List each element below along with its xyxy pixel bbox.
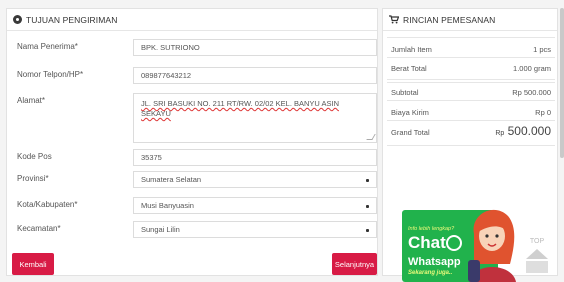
order-header: RINCIAN PEMESANAN <box>383 9 557 31</box>
address-label: Alamat* <box>17 96 46 105</box>
resize-handle-icon[interactable] <box>366 134 376 140</box>
divider <box>387 100 555 101</box>
divider <box>387 82 555 83</box>
shipping-panel: TUJUAN PENGIRIMAN Nama Penerima* BPK. SU… <box>6 8 378 276</box>
phone-label: Nomor Telpon/HP* <box>17 70 84 79</box>
next-button[interactable]: Selanjutnya <box>332 253 377 275</box>
divider <box>387 37 555 38</box>
cart-icon <box>389 15 399 24</box>
page-scrollbar[interactable] <box>560 8 564 158</box>
district-select[interactable]: Sungai Lilin <box>133 221 377 238</box>
back-to-top-button[interactable]: TOP <box>526 238 548 278</box>
address-textarea[interactable]: JL. SRI BASUKI NO. 211 RT/RW. 02/02 KEL.… <box>133 93 377 143</box>
city-select[interactable]: Musi Banyuasin <box>133 197 377 214</box>
phone-input[interactable]: 089877643212 <box>133 67 377 84</box>
support-agent-illustration <box>468 209 516 282</box>
back-button[interactable]: Kembali <box>12 253 54 275</box>
city-label: Kota/Kabupaten* <box>17 200 78 209</box>
order-title: RINCIAN PEMESANAN <box>403 14 496 25</box>
postal-code-input[interactable]: 35375 <box>133 149 377 166</box>
whatsapp-icon <box>446 235 462 251</box>
postal-label: Kode Pos <box>17 152 52 161</box>
name-label: Nama Penerima* <box>17 42 78 51</box>
location-dot-icon <box>13 15 22 24</box>
province-select[interactable]: Sumatera Selatan <box>133 171 377 188</box>
divider <box>387 120 555 121</box>
province-label: Provinsi* <box>17 174 49 183</box>
arrow-up-icon <box>526 249 548 259</box>
district-label: Kecamatan* <box>17 224 61 233</box>
shipping-header: TUJUAN PENGIRIMAN <box>7 9 377 31</box>
divider <box>387 79 555 80</box>
shipping-title: TUJUAN PENGIRIMAN <box>26 14 118 25</box>
recipient-name-input[interactable]: BPK. SUTRIONO <box>133 39 377 56</box>
divider <box>387 145 555 146</box>
divider <box>387 57 555 58</box>
